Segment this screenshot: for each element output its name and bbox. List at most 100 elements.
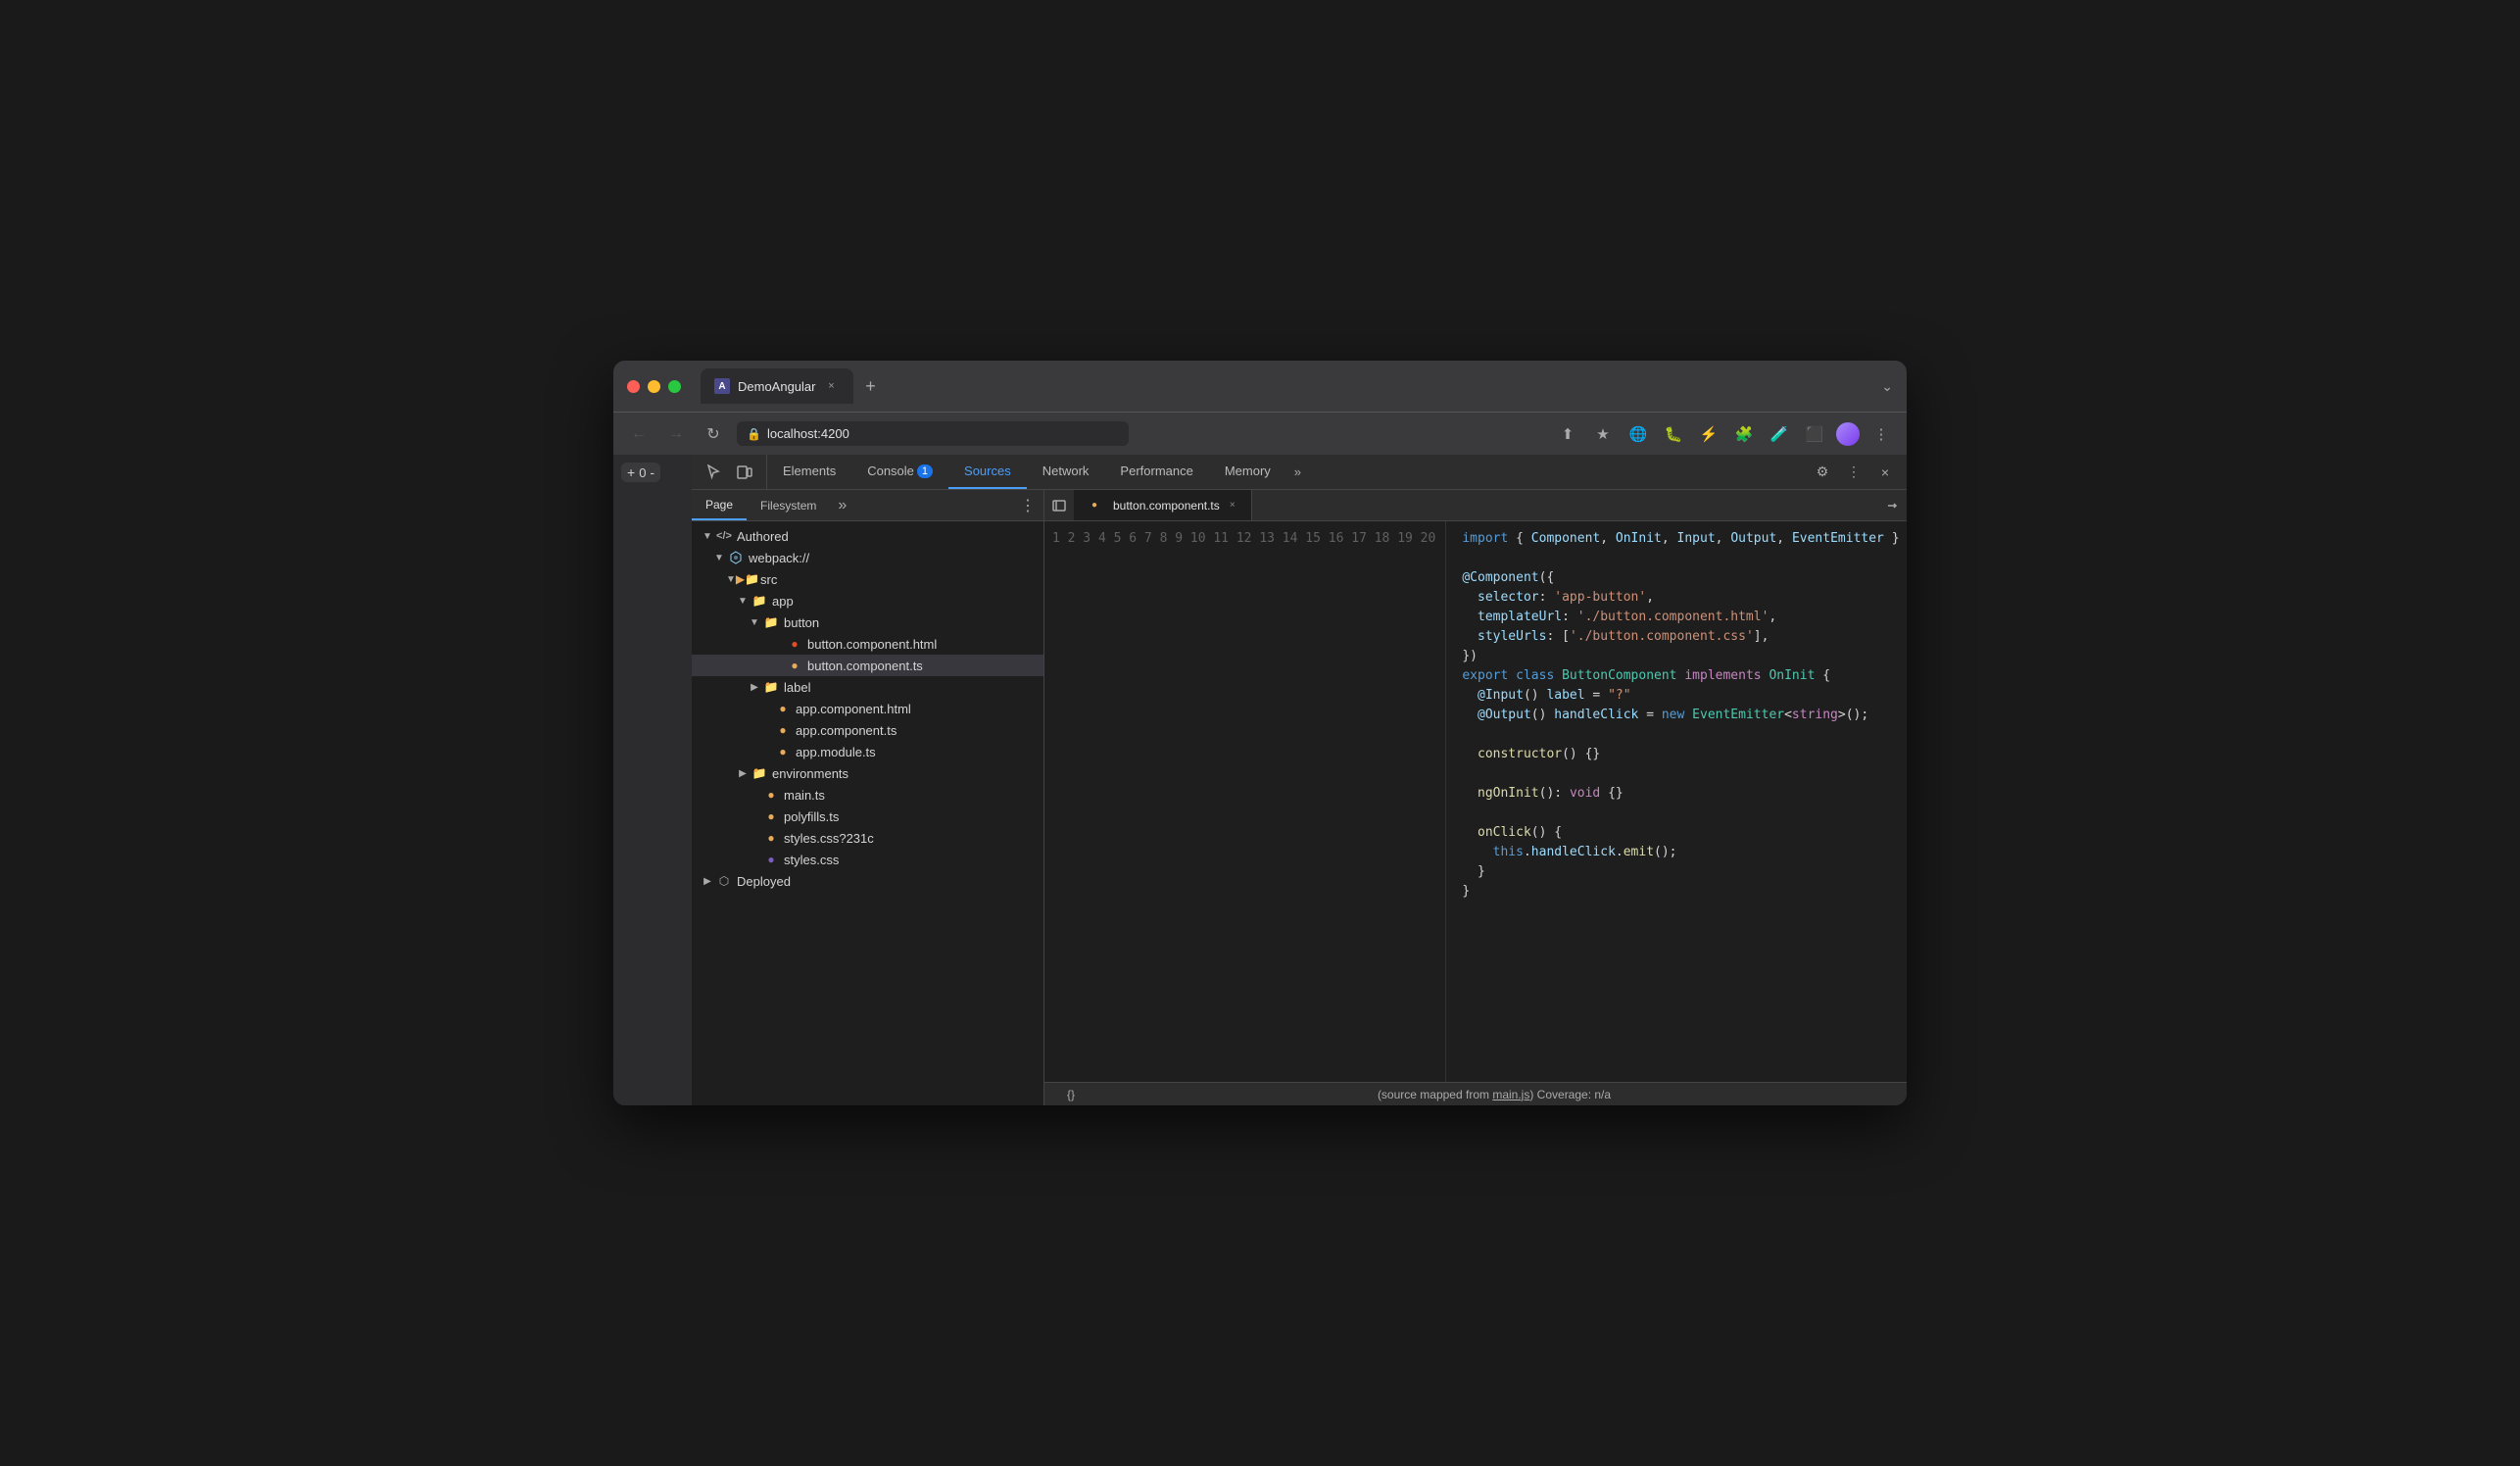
tab-close-button[interactable]: ×: [824, 378, 840, 394]
browser-window: A DemoAngular × + ⌄ ← → ↻ 🔒 localhost:42…: [613, 361, 1907, 1105]
new-tab-button[interactable]: +: [857, 372, 885, 400]
close-button[interactable]: [627, 380, 640, 393]
tab-sources[interactable]: Sources: [948, 455, 1027, 489]
address-input[interactable]: 🔒 localhost:4200: [737, 421, 1129, 446]
folder-icon-app: 📁: [751, 592, 768, 610]
browser-tab[interactable]: A DemoAngular ×: [701, 368, 853, 404]
tab-list-arrow[interactable]: ⌄: [1881, 378, 1893, 395]
tab-performance[interactable]: Performance: [1104, 455, 1208, 489]
maximize-button[interactable]: [668, 380, 681, 393]
tree-item-app[interactable]: ▼ 📁 app: [692, 590, 1043, 611]
pretty-print-button[interactable]: {}: [1056, 1088, 1086, 1101]
devtools-panel: Elements Console 1 Sources Network Perfo…: [692, 455, 1907, 1105]
tree-item-main-ts[interactable]: ▶ ● main.ts: [692, 784, 1043, 806]
tree-item-app-html[interactable]: ▶ ● app.component.html: [692, 698, 1043, 719]
tree-label-app-ts: app.component.ts: [796, 723, 897, 738]
split-view-icon[interactable]: ⬛: [1801, 420, 1828, 448]
sources-file-tree-panel: Page Filesystem » ⋮ ▼: [692, 490, 1044, 1105]
title-bar: A DemoAngular × + ⌄: [613, 361, 1907, 412]
share-icon[interactable]: ⬆: [1554, 420, 1581, 448]
tree-item-authored[interactable]: ▼ </> Authored: [692, 525, 1043, 547]
editor-tab-filename: button.component.ts: [1113, 499, 1220, 513]
extension-icon-2[interactable]: 🐛: [1660, 420, 1687, 448]
devtools-tabs-more[interactable]: »: [1286, 455, 1309, 489]
tree-item-button-folder[interactable]: ▼ 📁 button: [692, 611, 1043, 633]
inspect-element-icon[interactable]: [700, 459, 727, 486]
sources-sub-tabs-more[interactable]: »: [830, 490, 854, 520]
devtools-more-icon[interactable]: ⋮: [1840, 459, 1867, 486]
address-text: localhost:4200: [767, 426, 849, 441]
devtools-settings-icon[interactable]: ⚙: [1809, 459, 1836, 486]
tab-console[interactable]: Console 1: [851, 455, 948, 489]
avatar[interactable]: [1836, 422, 1860, 446]
refresh-button[interactable]: ↻: [700, 420, 727, 448]
tree-arrow-app: ▼: [735, 596, 751, 607]
tree-item-button-ts[interactable]: ▶ ● button.component.ts: [692, 655, 1043, 676]
tree-arrow-environments: ▶: [735, 768, 751, 779]
tree-label-styles-hash: styles.css?231c: [784, 831, 874, 846]
tab-network[interactable]: Network: [1027, 455, 1105, 489]
minimize-button[interactable]: [648, 380, 660, 393]
tree-label-deployed: Deployed: [737, 874, 791, 889]
file-icon-app-html: ●: [774, 700, 792, 717]
tree-label-styles-css: styles.css: [784, 853, 839, 867]
status-text: (source mapped from main.js) Coverage: n…: [1093, 1088, 1895, 1101]
tree-item-app-ts[interactable]: ▶ ● app.component.ts: [692, 719, 1043, 741]
device-toolbar-icon[interactable]: [731, 459, 758, 486]
sources-tab-filesystem[interactable]: Filesystem: [747, 490, 830, 520]
tree-arrow-button: ▼: [747, 617, 762, 628]
console-badge: 1: [917, 464, 933, 478]
tab-bar: A DemoAngular × + ⌄: [701, 368, 1893, 404]
extension-icon-4[interactable]: 🧩: [1730, 420, 1758, 448]
file-tab-icon: ●: [1086, 497, 1103, 514]
file-icon-app-module: ●: [774, 743, 792, 760]
tree-label-authored: Authored: [737, 529, 789, 544]
devtools-content: Page Filesystem » ⋮ ▼: [692, 490, 1907, 1105]
traffic-lights: [627, 380, 681, 393]
tree-item-src[interactable]: ▼ ▶📁 src: [692, 568, 1043, 590]
source-map-link[interactable]: main.js: [1492, 1088, 1529, 1101]
tree-item-environments[interactable]: ▶ 📁 environments: [692, 762, 1043, 784]
devtools-close-icon[interactable]: ×: [1871, 459, 1899, 486]
code-content-area[interactable]: 1 2 3 4 5 6 7 8 9 10 11 12 13 14 15 16 1…: [1044, 521, 1907, 1082]
zoom-increase-button[interactable]: +: [627, 464, 635, 480]
back-button[interactable]: ←: [625, 420, 653, 448]
tree-item-app-module[interactable]: ▶ ● app.module.ts: [692, 741, 1043, 762]
tree-item-styles-css[interactable]: ▶ ● styles.css: [692, 849, 1043, 870]
tab-elements[interactable]: Elements: [767, 455, 851, 489]
tree-item-label-folder[interactable]: ▶ 📁 label: [692, 676, 1043, 698]
zoom-decrease-button[interactable]: -: [650, 464, 654, 480]
file-icon-button-html: ●: [786, 635, 803, 653]
code-lines[interactable]: import { Component, OnInit, Input, Outpu…: [1446, 521, 1907, 1082]
tree-label-button-ts: button.component.ts: [807, 659, 923, 673]
tree-item-deployed[interactable]: ▶ ⬡ Deployed: [692, 870, 1043, 892]
devtools-right-icons: ⚙ ⋮ ×: [1801, 455, 1907, 489]
editor-collapse-button[interactable]: [1877, 490, 1907, 520]
file-icon-styles-css: ●: [762, 851, 780, 868]
more-options-icon[interactable]: ⋮: [1867, 420, 1895, 448]
extension-icon-3[interactable]: ⚡: [1695, 420, 1722, 448]
file-icon-button-ts: ●: [786, 657, 803, 674]
code-editor: ● button.component.ts ×: [1044, 490, 1907, 1105]
tree-item-button-html[interactable]: ▶ ● button.component.html: [692, 633, 1043, 655]
sources-sub-tabs-menu[interactable]: ⋮: [1012, 490, 1043, 520]
sources-tab-page[interactable]: Page: [692, 490, 747, 520]
extension-icon-5[interactable]: 🧪: [1766, 420, 1793, 448]
tree-label-webpack: webpack://: [749, 551, 809, 565]
tree-item-webpack[interactable]: ▼ webpack://: [692, 547, 1043, 568]
folder-icon-environments: 📁: [751, 764, 768, 782]
editor-sidebar-toggle[interactable]: [1044, 490, 1074, 520]
tree-arrow-webpack: ▼: [711, 553, 727, 563]
line-numbers: 1 2 3 4 5 6 7 8 9 10 11 12 13 14 15 16 1…: [1044, 521, 1446, 1082]
forward-button[interactable]: →: [662, 420, 690, 448]
folder-icon-button: 📁: [762, 613, 780, 631]
tree-arrow-deployed: ▶: [700, 876, 715, 887]
sources-sub-tabs: Page Filesystem » ⋮: [692, 490, 1043, 521]
extension-icon-1[interactable]: 🌐: [1624, 420, 1652, 448]
tab-memory[interactable]: Memory: [1209, 455, 1286, 489]
editor-tab-close-button[interactable]: ×: [1226, 499, 1239, 513]
editor-file-tab-button-ts[interactable]: ● button.component.ts ×: [1074, 490, 1252, 520]
tree-item-polyfills[interactable]: ▶ ● polyfills.ts: [692, 806, 1043, 827]
bookmark-icon[interactable]: ★: [1589, 420, 1617, 448]
tree-item-styles-css-hash[interactable]: ▶ ● styles.css?231c: [692, 827, 1043, 849]
